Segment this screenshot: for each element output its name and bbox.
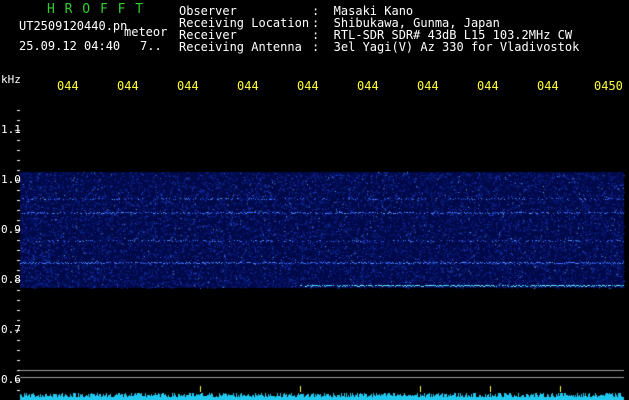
meteor-label: meteor (124, 25, 168, 39)
time-label: 044 (417, 79, 439, 93)
freq-label: 0.7 (1, 323, 21, 336)
time-label: 044 (177, 79, 199, 93)
time-label: 044 (57, 79, 79, 93)
time-label: 044 (117, 79, 139, 93)
freq-label: 1.0 (1, 173, 21, 186)
freq-label: 0.9 (1, 223, 21, 236)
time-label: 044 (537, 79, 559, 93)
datetime-label: 25.09.12 04:40 (19, 39, 121, 53)
time-label: 044 (237, 79, 259, 93)
time-label: 044 (297, 79, 319, 93)
meteor-count: 7.. (140, 39, 162, 53)
app-title: H R O F F T (47, 2, 145, 17)
info-label-antenna: Receiving Antenna (179, 40, 302, 54)
freq-unit-label: kHz (1, 73, 21, 86)
freq-label: 1.1 (1, 123, 21, 136)
spectrogram-canvas (0, 0, 629, 400)
info-value-antenna: : 3el Yagi(V) Az 330 for Vladivostok (312, 40, 580, 54)
time-label: 044 (477, 79, 499, 93)
time-label: 0450 (594, 79, 623, 93)
filename-label: UT2509120440.pn (19, 19, 128, 33)
time-label: 044 (357, 79, 379, 93)
freq-label: 0.8 (1, 273, 21, 286)
freq-label: 0.6 (1, 373, 21, 386)
